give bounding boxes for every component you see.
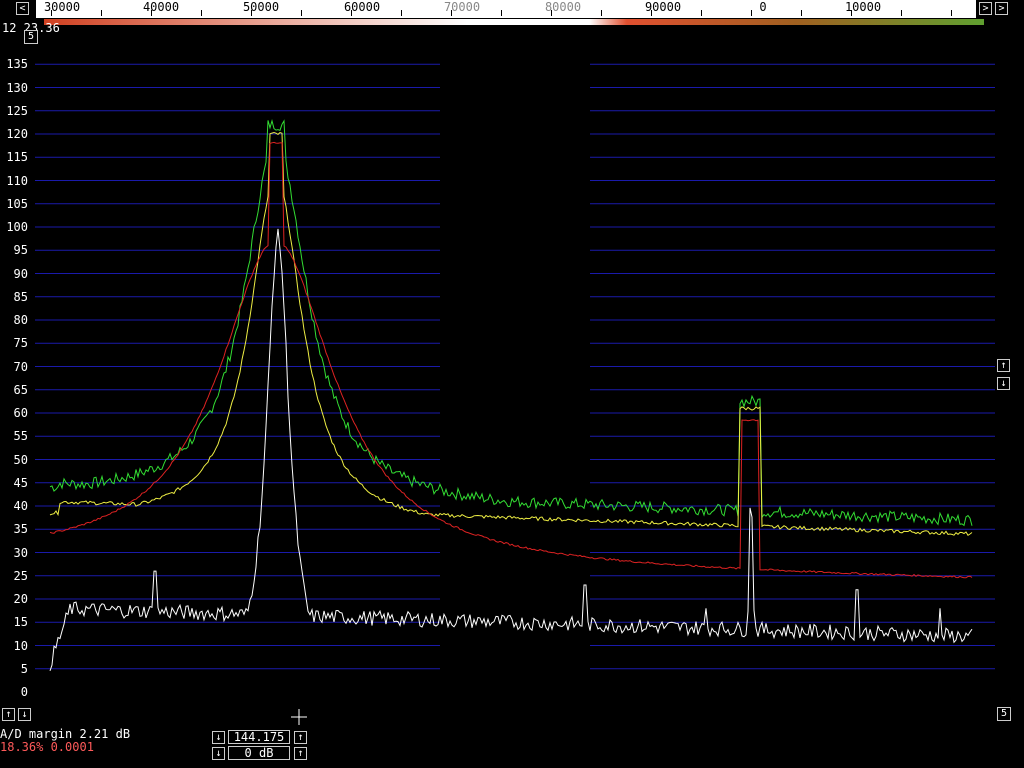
y-axis-label: 35	[13, 522, 28, 537]
status-panel: A/D margin 2.21 dB 18.36% 0.0001	[0, 728, 130, 754]
y-axis-label: 45	[13, 475, 28, 490]
y-axis-label: 65	[13, 382, 28, 397]
freq-up-button[interactable]: ↑	[294, 731, 307, 744]
plot-gap	[440, 40, 590, 680]
y-axis-label: 20	[13, 592, 28, 606]
offset-up-button[interactable]: ↑	[2, 708, 15, 721]
frequency-control: ↓ 144.175 ↑ ↓ 0 dB ↑	[212, 730, 308, 762]
percentage-readout: 18.36% 0.0001	[0, 740, 94, 754]
y-axis-label: 10	[13, 638, 28, 653]
y-axis-label: 80	[13, 313, 28, 327]
y-axis-label: 135	[6, 57, 28, 72]
y-axis-label: 90	[13, 266, 28, 281]
y-axis-label: 30	[13, 545, 28, 560]
level-up-button[interactable]: ↑	[294, 747, 307, 760]
y-axis-label: 15	[13, 615, 28, 630]
y-axis-label: 130	[6, 80, 28, 95]
y-axis-label: 0	[20, 685, 28, 699]
level-value[interactable]: 0 dB	[228, 746, 290, 760]
y-axis-label: 125	[6, 103, 28, 118]
spectrum-plot[interactable]	[0, 0, 1024, 768]
frequency-value[interactable]: 144.175	[228, 730, 290, 744]
y-axis-label: 25	[13, 568, 28, 583]
freq-down-button[interactable]: ↓	[212, 731, 225, 744]
y-axis-label: 105	[6, 196, 28, 211]
scale-down-button[interactable]: ↓	[997, 377, 1010, 390]
y-axis-label: 115	[6, 150, 28, 165]
y-axis-label: 60	[13, 406, 28, 420]
y-axis-label: 75	[13, 336, 28, 351]
y-axis-label: 120	[6, 127, 28, 141]
y-axis-label: 100	[6, 220, 28, 234]
scale-button-right[interactable]: 5	[997, 707, 1011, 721]
y-axis-label: 40	[13, 499, 28, 513]
scale-up-button[interactable]: ↑	[997, 359, 1010, 372]
y-axis-label: 85	[13, 289, 28, 304]
crosshair-cursor	[291, 709, 307, 725]
y-axis-label: 70	[13, 359, 28, 374]
offset-down-button[interactable]: ↓	[18, 708, 31, 721]
level-down-button[interactable]: ↓	[212, 747, 225, 760]
y-axis-label: 95	[13, 243, 28, 258]
y-axis-label: 50	[13, 452, 28, 467]
y-axis-label: 110	[6, 173, 28, 188]
y-axis-label: 55	[13, 429, 28, 444]
y-axis-label: 5	[20, 661, 28, 676]
